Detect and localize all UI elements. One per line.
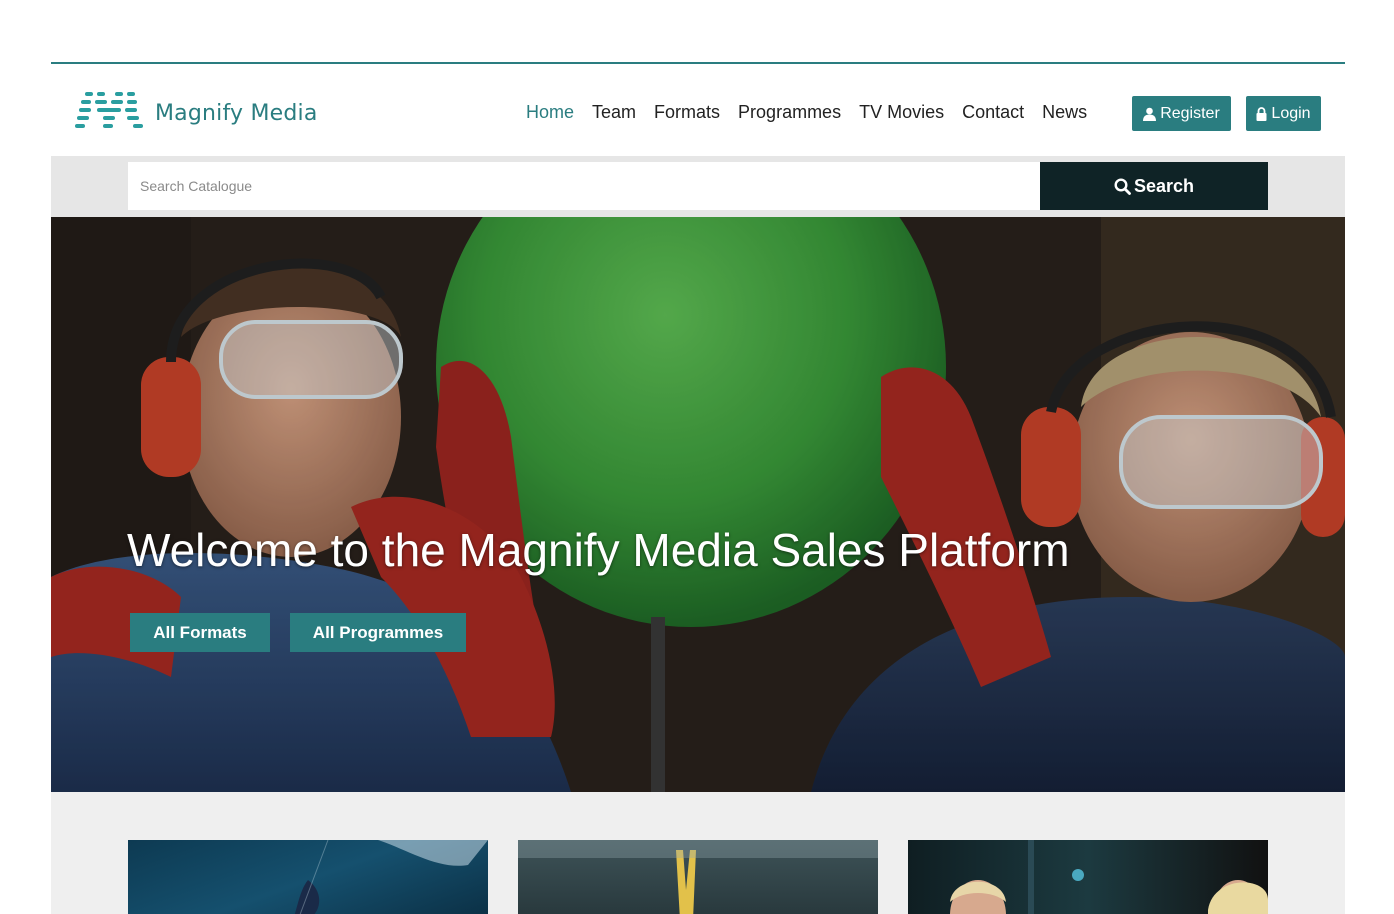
nav-item-home[interactable]: Home [526,102,574,123]
register-button[interactable]: Register [1132,96,1231,131]
card-image [518,840,878,914]
all-programmes-button[interactable]: All Programmes [290,613,466,652]
search-button[interactable]: Search [1040,162,1268,210]
nav-item-tv-movies[interactable]: TV Movies [859,102,944,123]
nav-item-contact[interactable]: Contact [962,102,1024,123]
featured-section [51,792,1345,914]
magnify-logo-icon [75,92,143,128]
nav-item-programmes[interactable]: Programmes [738,102,841,123]
search-input[interactable] [128,162,1040,210]
all-formats-button[interactable]: All Formats [130,613,270,652]
card-image [950,840,1268,914]
featured-card[interactable] [518,840,878,914]
hero-banner: Welcome to the Magnify Media Sales Platf… [51,217,1345,792]
site-logo[interactable]: Magnify Media [75,86,318,130]
login-label: Login [1271,104,1311,122]
nav-item-team[interactable]: Team [592,102,636,123]
hero-title: Welcome to the Magnify Media Sales Platf… [127,524,1070,576]
main-nav: Home Team Formats Programmes TV Movies C… [526,102,1105,123]
search-icon [1114,177,1131,195]
search-button-label: Search [1133,175,1195,196]
nav-item-news[interactable]: News [1042,102,1087,123]
site-header: Magnify Media Home Team Formats Programm… [51,64,1345,156]
lock-icon [1256,106,1267,121]
featured-card[interactable] [908,840,1268,914]
login-button[interactable]: Login [1246,96,1321,131]
page-frame: Magnify Media Home Team Formats Programm… [51,62,1345,914]
featured-card[interactable] [128,840,488,914]
logo-text: Magnify Media [155,100,318,126]
register-label: Register [1160,104,1220,122]
hero-image [51,217,1345,792]
card-image [294,840,488,914]
nav-item-formats[interactable]: Formats [654,102,720,123]
search-bar: Search [51,156,1345,217]
user-icon [1143,107,1157,121]
